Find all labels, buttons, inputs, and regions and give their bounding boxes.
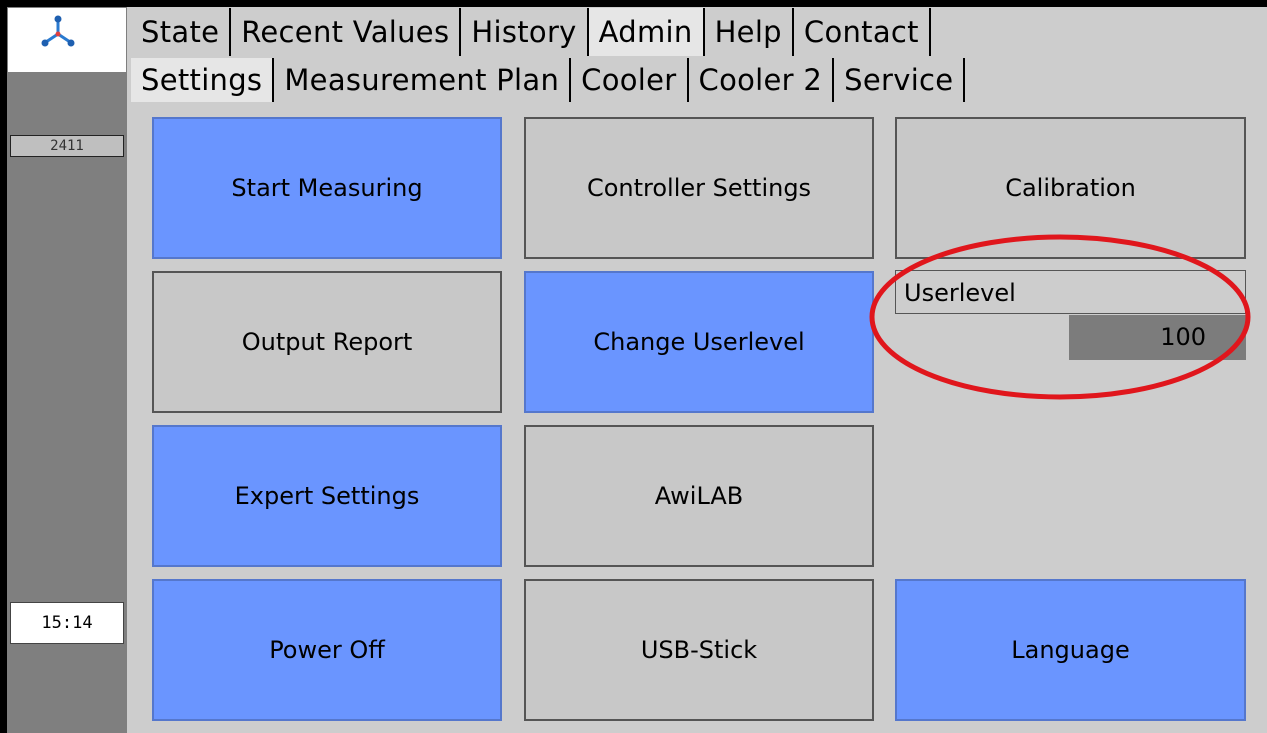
userlevel-value: 100: [1069, 315, 1246, 360]
tab-contact[interactable]: Contact: [793, 8, 931, 56]
output-report-button[interactable]: Output Report: [152, 271, 502, 413]
awilab-button[interactable]: AwiLAB: [524, 425, 874, 567]
calibration-button[interactable]: Calibration: [895, 117, 1246, 259]
tab-recent-values[interactable]: Recent Values: [231, 8, 462, 56]
change-userlevel-button[interactable]: Change Userlevel: [524, 271, 874, 413]
molecule-logo-icon: [41, 15, 75, 47]
power-off-button[interactable]: Power Off: [152, 579, 502, 721]
tab-admin[interactable]: Admin: [588, 8, 705, 56]
controller-settings-button[interactable]: Controller Settings: [524, 117, 874, 259]
tab-state[interactable]: State: [131, 8, 232, 56]
clock-display: 15:14: [10, 602, 124, 644]
start-measuring-button[interactable]: Start Measuring: [152, 117, 502, 259]
tab-measurement-plan[interactable]: Measurement Plan: [274, 58, 572, 102]
language-button[interactable]: Language: [895, 579, 1246, 721]
tab-help[interactable]: Help: [704, 8, 794, 56]
main-tab-bar: State Recent Values History Admin Help C…: [131, 8, 931, 56]
tab-service[interactable]: Service: [834, 58, 966, 102]
expert-settings-button[interactable]: Expert Settings: [152, 425, 502, 567]
usb-stick-button[interactable]: USB-Stick: [524, 579, 874, 721]
tab-history[interactable]: History: [461, 8, 589, 56]
tab-cooler-2[interactable]: Cooler 2: [688, 58, 835, 102]
logo: [8, 8, 126, 72]
tab-settings[interactable]: Settings: [131, 58, 275, 102]
sub-tab-bar: Settings Measurement Plan Cooler Cooler …: [131, 58, 966, 102]
tab-cooler[interactable]: Cooler: [571, 58, 689, 102]
app-screen: 2411 15:14 State Recent Values History A…: [7, 7, 1267, 733]
userlevel-label: Userlevel: [895, 270, 1246, 314]
sidebar: 2411 15:14: [7, 7, 127, 733]
serial-number-display: 2411: [10, 135, 124, 157]
